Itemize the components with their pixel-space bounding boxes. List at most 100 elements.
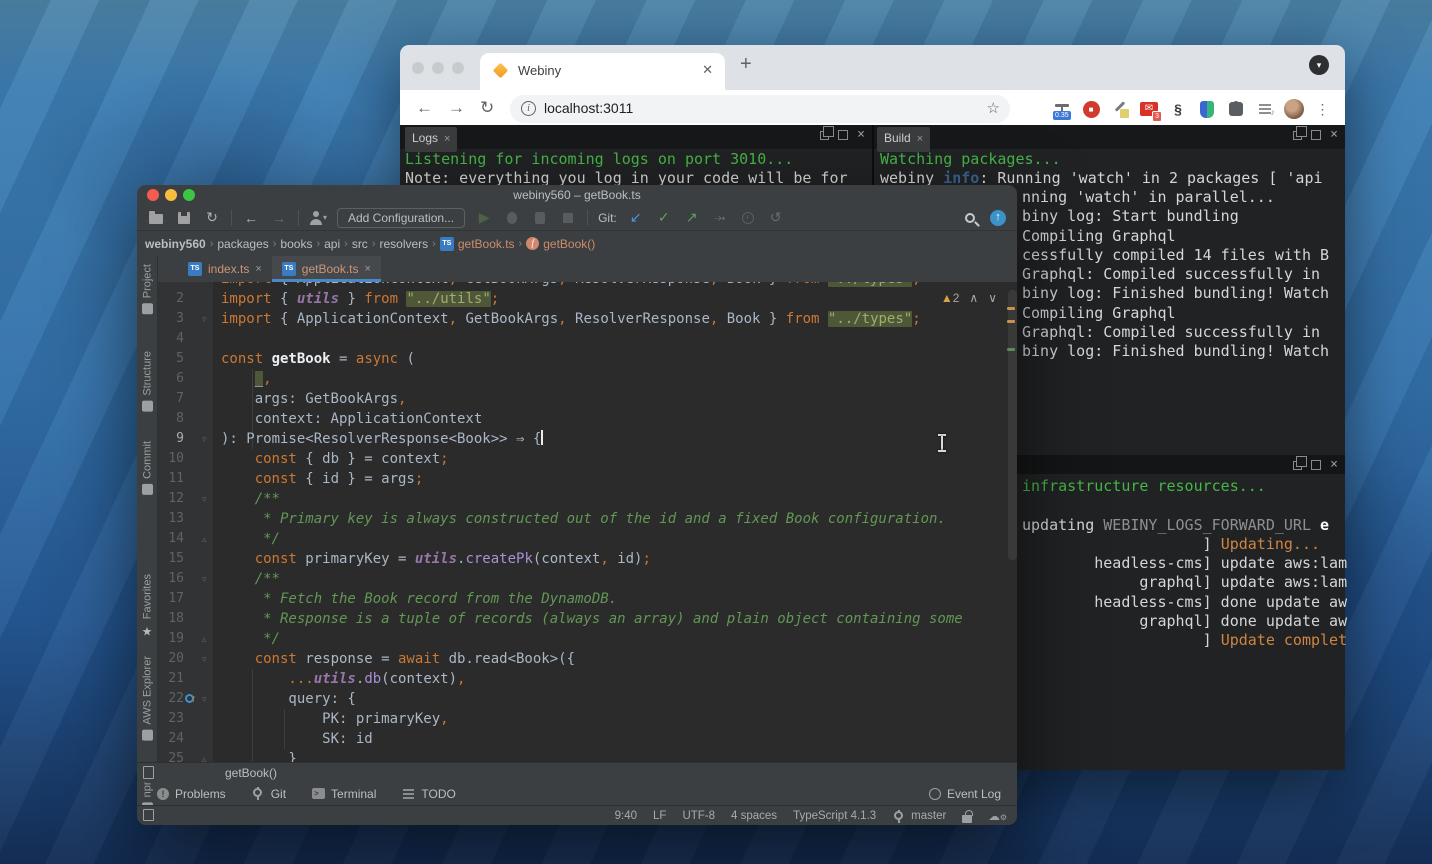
run-coverage-icon[interactable] xyxy=(531,209,549,227)
float-icon[interactable] xyxy=(820,131,829,140)
save-icon[interactable] xyxy=(175,209,193,227)
back-icon[interactable]: ← xyxy=(416,98,433,118)
address-bar[interactable]: i localhost:3011 ☆ xyxy=(510,95,1010,123)
breadcrumb-function[interactable]: getBook() xyxy=(543,237,595,251)
close-icon[interactable]: × xyxy=(857,130,865,140)
editor-tab-getBook.ts[interactable]: TSgetBook.ts× xyxy=(272,256,381,282)
git-commit-icon[interactable]: ✓ xyxy=(655,209,673,227)
debug-icon[interactable] xyxy=(503,209,521,227)
breadcrumb-item[interactable]: src xyxy=(352,237,368,251)
toolwindow-icon[interactable] xyxy=(143,766,154,779)
breadcrumb-item[interactable]: books xyxy=(280,237,312,251)
add-configuration-button[interactable]: Add Configuration... xyxy=(337,208,465,228)
puzzle-extension-icon[interactable] xyxy=(1226,99,1246,119)
todo-button[interactable]: TODO xyxy=(402,787,455,801)
colorpicker-extension-icon[interactable] xyxy=(1110,99,1130,119)
fold-marker[interactable]: ▿ xyxy=(202,309,207,329)
breadcrumb-item[interactable]: webiny560 xyxy=(145,237,206,251)
gutter-navigate-icon[interactable]: ↑ xyxy=(185,692,197,704)
avatar[interactable] xyxy=(1284,99,1304,119)
new-tab-button[interactable]: + xyxy=(740,53,752,76)
browser-zoom-button[interactable] xyxy=(452,62,464,74)
strip-item-structure[interactable]: Structure xyxy=(137,351,158,415)
strip-item-project[interactable]: Project xyxy=(137,264,158,317)
run-icon[interactable]: ▶ xyxy=(475,209,493,227)
browser-tab[interactable]: Webiny ✕ xyxy=(480,53,725,90)
browser-menu-icon[interactable]: ⋮ xyxy=(1313,99,1333,119)
user-dropdown-icon[interactable]: ▾ xyxy=(309,209,327,227)
maximize-icon[interactable] xyxy=(1311,130,1321,140)
squid-extension-icon[interactable]: § xyxy=(1168,99,1188,119)
function-breadcrumb[interactable]: getBook() xyxy=(225,766,277,780)
fold-marker[interactable]: ▿ xyxy=(202,429,207,449)
cloud-settings-icon[interactable]: ☁⚙ xyxy=(988,809,1007,823)
git-cherrypick-icon[interactable]: ⤞ xyxy=(711,209,729,227)
build-tab[interactable]: Build× xyxy=(877,127,930,152)
open-icon[interactable] xyxy=(147,209,165,227)
playlist-extension-icon[interactable]: ♪ xyxy=(1255,99,1275,119)
back-icon[interactable]: ← xyxy=(242,209,260,227)
ide-titlebar[interactable]: webiny560 – getBook.ts xyxy=(137,185,1017,205)
tab-close-icon[interactable]: × xyxy=(255,263,261,275)
fold-marker[interactable]: ▿ xyxy=(202,649,207,669)
status-item[interactable]: TypeScript 4.1.3 xyxy=(793,810,876,822)
problems-button[interactable]: !Problems xyxy=(157,787,226,801)
tab-close-icon[interactable]: × xyxy=(365,263,371,275)
strip-item-aws-explorer[interactable]: AWS Explorer xyxy=(137,656,158,744)
prev-warning-icon[interactable]: ∧ xyxy=(969,288,978,308)
fold-marker[interactable]: ▿ xyxy=(202,489,207,509)
scale-extension-icon[interactable]: 0.35 xyxy=(1052,99,1072,119)
close-icon[interactable]: × xyxy=(444,133,450,145)
float-icon[interactable] xyxy=(1293,461,1302,470)
status-item[interactable]: LF xyxy=(653,810,666,822)
status-item[interactable]: 4 spaces xyxy=(731,810,777,822)
close-icon[interactable]: × xyxy=(1330,130,1338,140)
shield-extension-icon[interactable] xyxy=(1197,99,1217,119)
toolwindow-toggle-icon[interactable] xyxy=(143,809,154,821)
code-editor[interactable]: 23▿456789▿101112▿1314▵1516▿171819▵20▿212… xyxy=(158,282,1017,762)
history-clock-icon[interactable] xyxy=(739,209,757,227)
maximize-icon[interactable] xyxy=(1311,460,1321,470)
fold-marker[interactable]: ▵ xyxy=(202,749,207,762)
forward-icon[interactable]: → xyxy=(270,209,288,227)
event-log-button[interactable]: Event Log xyxy=(929,787,1001,801)
browser-minimize-button[interactable] xyxy=(432,62,444,74)
fold-marker[interactable]: ▿ xyxy=(202,569,207,589)
scrollbar[interactable] xyxy=(1008,290,1017,560)
git-push-icon[interactable]: ↗ xyxy=(683,209,701,227)
breadcrumb-item[interactable]: packages xyxy=(217,237,268,251)
reload-icon[interactable]: ↻ xyxy=(480,98,494,118)
editor-tab-index.ts[interactable]: TSindex.ts× xyxy=(178,256,272,282)
sync-icon[interactable]: ↻ xyxy=(203,209,221,227)
mail-extension-icon[interactable]: ✉3 xyxy=(1139,99,1159,119)
breadcrumb-item[interactable]: api xyxy=(324,237,340,251)
logs-tab[interactable]: Logs× xyxy=(405,127,457,152)
stop-icon[interactable] xyxy=(559,209,577,227)
fold-marker[interactable]: ▵ xyxy=(202,529,207,549)
status-item[interactable]: 9:40 xyxy=(615,810,637,822)
bookmark-star-icon[interactable]: ☆ xyxy=(987,99,1000,117)
browser-close-button[interactable] xyxy=(412,62,424,74)
inspection-widget[interactable]: ▲2 ∧ ∨ xyxy=(941,288,997,308)
strip-item-favorites[interactable]: ★Favorites xyxy=(137,574,158,640)
terminal-button[interactable]: >Terminal xyxy=(312,787,376,801)
tab-close-icon[interactable]: ✕ xyxy=(702,62,713,78)
rollback-icon[interactable]: ↺ xyxy=(767,209,785,227)
forward-icon[interactable]: → xyxy=(448,98,465,118)
strip-item-commit[interactable]: Commit xyxy=(137,441,158,498)
url-text[interactable]: localhost:3011 xyxy=(544,100,633,116)
profile-chevron-icon[interactable]: ▾ xyxy=(1309,55,1329,75)
fold-marker[interactable]: ▵ xyxy=(202,629,207,649)
maximize-icon[interactable] xyxy=(838,130,848,140)
close-icon[interactable]: × xyxy=(1330,460,1338,470)
fold-marker[interactable]: ▿ xyxy=(202,689,207,709)
page-info-icon[interactable]: i xyxy=(521,101,536,116)
next-warning-icon[interactable]: ∨ xyxy=(988,288,997,308)
search-icon[interactable] xyxy=(961,209,979,227)
update-available-icon[interactable]: ↑ xyxy=(989,209,1007,227)
status-item[interactable]: UTF-8 xyxy=(682,810,715,822)
git-update-icon[interactable]: ↙ xyxy=(627,209,645,227)
close-icon[interactable]: × xyxy=(917,133,923,145)
breadcrumb-file[interactable]: getBook.ts xyxy=(458,237,515,251)
git-branch-widget[interactable]: master xyxy=(892,810,946,823)
